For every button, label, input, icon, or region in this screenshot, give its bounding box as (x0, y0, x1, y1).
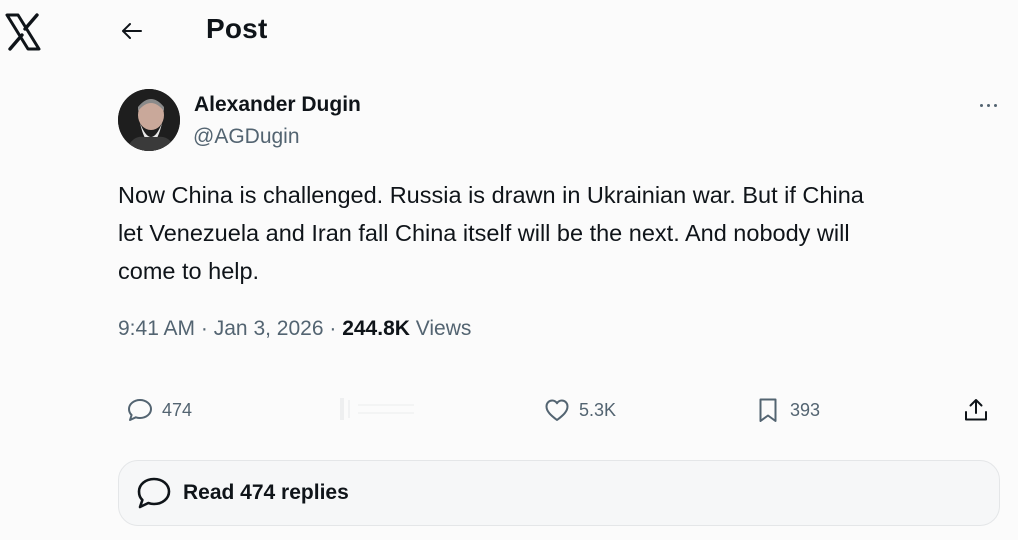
like-button[interactable]: 5.3K (543, 394, 616, 426)
repost-button[interactable] (338, 394, 418, 424)
reply-bubble-icon (128, 399, 152, 421)
bookmark-icon (759, 398, 777, 422)
views-count: 244.8K (342, 317, 410, 340)
page-title: Post (206, 13, 268, 44)
author-handle[interactable]: @AGDugin (193, 125, 300, 149)
meta-separator: · (200, 317, 208, 340)
arrow-left-icon (122, 23, 142, 39)
post-text: Now China is challenged. Russia is drawn… (118, 176, 988, 290)
x-logo-icon[interactable] (4, 12, 42, 52)
read-replies-button[interactable]: Read 474 replies (118, 460, 1000, 526)
more-dot (993, 103, 997, 107)
post-text-line: Now China is challenged. Russia is drawn… (118, 182, 864, 208)
avatar[interactable] (118, 89, 180, 151)
bookmark-button[interactable]: 393 (754, 394, 820, 426)
repost-icon (340, 398, 414, 420)
author-name[interactable]: Alexander Dugin (194, 93, 361, 117)
post-text-line: let Venezuela and Iran fall China itself… (118, 220, 850, 246)
more-options-button[interactable] (968, 93, 1008, 117)
views-label: Views (415, 317, 472, 340)
back-button[interactable] (118, 17, 146, 45)
post-text-line: come to help. (118, 258, 260, 284)
bookmark-count: 393 (790, 399, 821, 420)
post-time[interactable]: 9:41 AM (118, 317, 195, 340)
more-dot (986, 103, 990, 107)
meta-separator: · (329, 317, 337, 340)
more-dots-icon (979, 103, 983, 107)
heart-icon (545, 399, 569, 421)
post-meta: 9:41 AM · Jan 3, 2026 · 244.8K Views (118, 317, 471, 341)
like-count: 5.3K (579, 399, 617, 420)
reply-count: 474 (162, 399, 193, 420)
post-date[interactable]: Jan 3, 2026 (214, 317, 324, 340)
share-button[interactable] (962, 394, 990, 426)
reply-bubble-icon (137, 477, 171, 509)
reply-button[interactable]: 474 (126, 394, 192, 426)
read-replies-label: Read 474 replies (183, 481, 349, 504)
share-icon (965, 399, 987, 421)
